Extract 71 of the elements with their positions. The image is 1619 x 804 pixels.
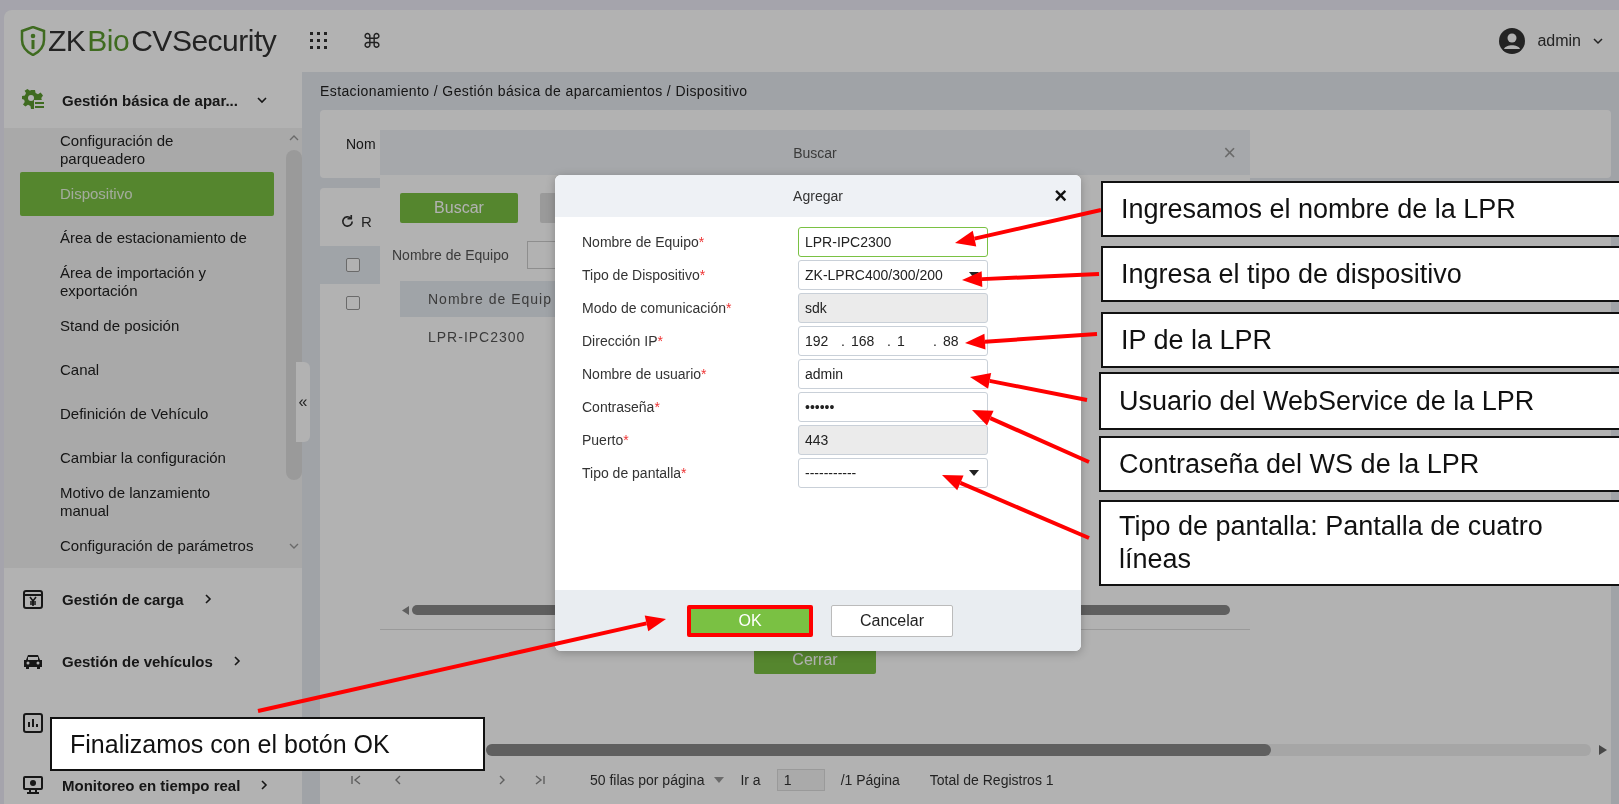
field-label: Tipo de Dispositivo* (582, 267, 707, 283)
field-label: Contraseña* (582, 399, 661, 415)
column-header: Nombre de Equip (428, 291, 552, 307)
annotation-callout: IP de la LPR (1101, 312, 1619, 368)
filter-label: Nombre de Equipo (392, 247, 509, 263)
checkbox[interactable] (346, 258, 360, 272)
annotation-callout: Ingresamos el nombre de la LPR (1101, 181, 1619, 237)
refresh-label[interactable]: R (361, 212, 372, 230)
sidebar-item[interactable]: Definición de Vehículo (4, 392, 274, 436)
scroll-left-icon[interactable] (402, 606, 409, 615)
sidebar-item[interactable]: Canal (4, 348, 274, 392)
input-field[interactable]: LPR-IPC2300 (798, 227, 988, 257)
menu-group-label[interactable]: Gestión de vehículos (62, 652, 213, 670)
readonly-field: 443 (798, 425, 988, 455)
annotation-callout: Finalizamos con el botón OK (50, 717, 485, 771)
annotation-callout: Ingresa el tipo de dispositivo (1101, 246, 1619, 302)
sidebar-item[interactable]: Motivo de lanzamiento manual (4, 480, 274, 524)
field-label: Tipo de pantalla* (582, 465, 688, 481)
checkbox[interactable] (346, 296, 360, 310)
field-label: Modo de comunicación* (582, 300, 733, 316)
sidebar-item[interactable]: Cambiar la configuración (4, 436, 274, 480)
annotation-callout: Contraseña del WS de la LPR (1099, 436, 1619, 492)
dialog-title: Agregar (793, 188, 843, 204)
collapse-handle[interactable]: « (296, 362, 310, 442)
table-cell: LPR-IPC2300 (428, 329, 526, 345)
select-field[interactable]: ZK-LPRC400/300/200 (798, 260, 988, 290)
readonly-field: sdk (798, 293, 988, 323)
app-logo: ZKBioCVSecurity (20, 24, 277, 58)
sidebar-item[interactable]: Configuración de parqueadero (4, 128, 274, 172)
sidebar-item[interactable]: Stand de posición (4, 304, 274, 348)
caret-icon (969, 470, 979, 476)
input-field[interactable]: admin (798, 359, 988, 389)
menu-group-label[interactable]: Gestión de carga (62, 590, 184, 608)
page-size-select[interactable]: 50 filas por página (590, 772, 705, 788)
monitor-icon (22, 774, 44, 796)
gear-icon (22, 89, 44, 111)
field-label: Puerto* (582, 432, 630, 448)
sidebar-item[interactable]: Área de estacionamiento de (4, 216, 274, 260)
cancel-button[interactable]: Cancelar (831, 604, 953, 637)
app-grid-icon[interactable] (310, 32, 329, 50)
cargo-box-icon (22, 588, 44, 610)
field-label: Nombre de Equipo* (582, 234, 706, 250)
close-button[interactable]: × (1054, 183, 1067, 209)
scroll-right-icon[interactable] (1599, 745, 1607, 755)
page-count: /1 Página (840, 772, 900, 788)
filter-label: Nom (346, 136, 376, 152)
annotation-callout: Usuario del WebService de la LPR (1099, 372, 1619, 430)
total-records: Total de Registros 1 (929, 772, 1054, 788)
annotation-callout: Tipo de pantalla: Pantalla de cuatro líneas (1099, 500, 1619, 586)
chevron-down-icon[interactable] (1593, 37, 1603, 45)
ip-address-field[interactable]: 192 . 168 . 1 . 88 (798, 326, 988, 356)
sidebar-item[interactable]: Área de importación y exportación (4, 260, 274, 304)
page-input[interactable]: 1 (776, 769, 825, 791)
menu-group-label[interactable]: Gestión básica de apar... (62, 91, 238, 109)
user-name[interactable]: admin (1537, 32, 1581, 50)
menu-group-label[interactable]: Monitoreo en tiempo real (62, 776, 241, 794)
breadcrumb: Estacionamiento / Gestión básica de aparcamientos / Dispositivo (320, 82, 749, 101)
select-field[interactable]: ----------- (798, 458, 988, 488)
first-page-icon[interactable] (350, 774, 362, 786)
field-label: Nombre de usuario* (582, 366, 708, 382)
caret-icon[interactable] (714, 777, 725, 783)
password-field[interactable]: •••••• (798, 392, 988, 422)
field-label: Dirección IP* (582, 333, 664, 349)
command-glyph[interactable]: ⌘ (362, 29, 383, 53)
last-page-icon[interactable] (534, 774, 546, 786)
chart-icon (22, 712, 44, 734)
dialog-title: Buscar (793, 144, 837, 161)
sidebar-item[interactable]: Configuración de parámetros (4, 524, 274, 568)
user-avatar-icon[interactable] (1499, 28, 1526, 54)
refresh-icon[interactable] (340, 213, 355, 229)
goto-label: Ir a (740, 772, 761, 788)
